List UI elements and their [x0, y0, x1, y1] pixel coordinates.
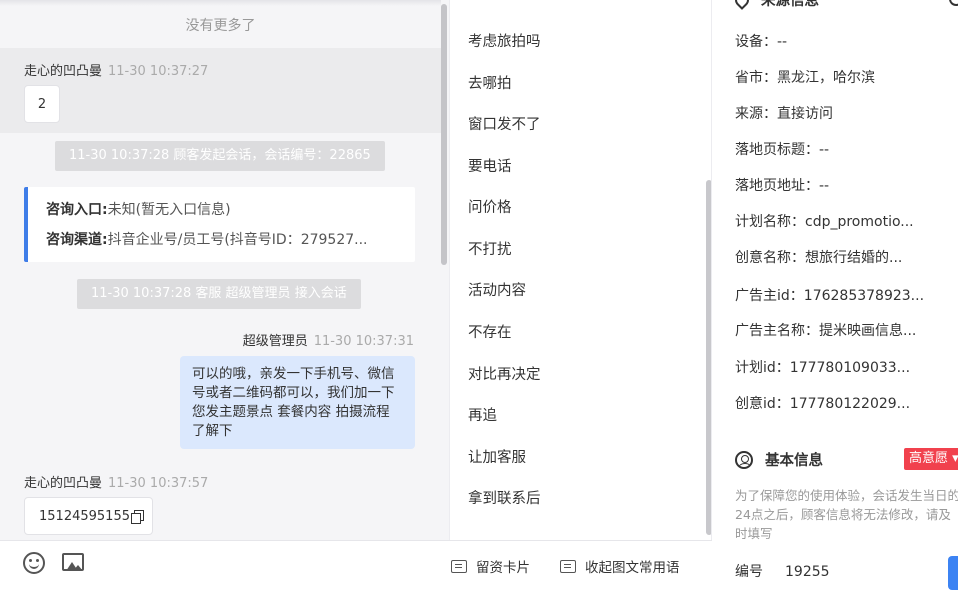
field-value: 177780109033...: [789, 360, 911, 376]
field-value: --: [777, 34, 788, 50]
source-info-title: 来源信息: [761, 0, 819, 9]
field-label: 创意名称：: [735, 250, 805, 266]
message-sender: 走心的凹凸曼 11-30 10:37:57: [24, 472, 208, 491]
field-landing-title: 落地页标题：--: [735, 139, 940, 159]
no-more-label: 没有更多了: [185, 18, 256, 34]
id-row: 编号 19255: [735, 561, 830, 581]
id-label: 编号: [735, 564, 763, 580]
settings-icon[interactable]: [949, 0, 958, 6]
field-label: 计划id：: [735, 360, 790, 376]
field-region: 省市：黑龙江，哈尔滨: [735, 67, 940, 87]
intent-tag-label: 高意愿: [909, 451, 949, 466]
collapse-phrases-label: 收起图文常用语: [585, 560, 680, 576]
phrase-item[interactable]: 对比再决定: [468, 363, 541, 384]
edit-notice: 为了保障您的使用体验，会话发生当日的24点之后，顾客信息将无法修改，请及时填写: [735, 488, 958, 541]
field-label: 落地页地址：: [735, 178, 819, 194]
entry-value: 未知(暂无入口信息): [107, 202, 231, 218]
field-value: --: [819, 142, 830, 158]
phrase-item[interactable]: 要电话: [468, 155, 512, 176]
image-icon[interactable]: [62, 553, 84, 571]
field-creative-id: 创意id：177780122029...: [735, 393, 940, 413]
phrase-item[interactable]: 不存在: [468, 321, 512, 342]
source-info-header: 来源信息: [732, 0, 819, 10]
sender-name: 超级管理员: [242, 334, 308, 349]
field-label: 落地页标题：: [735, 142, 819, 158]
phrase-item[interactable]: 去哪拍: [468, 72, 512, 93]
field-value: 176285378923...: [803, 288, 925, 304]
field-value: 直接访问: [777, 106, 833, 122]
input-toolbar: 留资卡片 收起图文常用语: [0, 540, 712, 590]
field-value: 想旅行结婚的...: [805, 250, 903, 266]
basic-info-title: 基本信息: [765, 453, 823, 469]
emoji-icon[interactable]: [23, 552, 45, 574]
customer-info-panel: 来源信息 设备：-- 省市：黑龙江，哈尔滨 来源：直接访问 落地页标题：-- 落…: [712, 0, 958, 590]
system-notice-agent-join: 11-30 10:37:28 客服 超级管理员 接入会话: [77, 279, 361, 309]
chat-scrollbar[interactable]: [441, 4, 447, 265]
channel-value: 抖音企业号/员工号(抖音号ID：279527...: [107, 232, 368, 248]
field-plan-name: 计划名称：cdp_promotio...: [735, 211, 940, 231]
top-shadow: [0, 0, 441, 6]
field-creative-name: 创意名称：想旅行结婚的...: [735, 247, 940, 267]
entry-info-card: 咨询入口:未知(暂无入口信息) 咨询渠道:抖音企业号/员工号(抖音号ID：279…: [24, 187, 415, 262]
id-value: 19255: [785, 564, 830, 580]
entry-label: 咨询入口:: [46, 202, 108, 218]
field-label: 计划名称：: [735, 214, 805, 230]
intent-tag-dropdown[interactable]: 高意愿 ▾: [904, 448, 958, 470]
field-plan-id: 计划id：177780109033...: [735, 357, 940, 377]
field-value: --: [819, 178, 830, 194]
copy-icon[interactable]: [130, 510, 144, 524]
message-sender: 走心的凹凸曼 11-30 10:37:27: [24, 60, 208, 79]
phrase-item[interactable]: 活动内容: [468, 279, 526, 300]
sender-name: 走心的凹凸曼: [24, 64, 103, 79]
entry-row: 咨询入口:未知(暂无入口信息): [46, 199, 406, 229]
chat-pane: 没有更多了 走心的凹凸曼 11-30 10:37:27 2 11-30 10:37…: [0, 0, 449, 540]
location-icon: [732, 0, 752, 10]
phone-number: 15124595155: [39, 508, 130, 524]
field-advertiser-id: 广告主id：176285378923...: [735, 285, 940, 305]
message-bubble: 2: [24, 85, 60, 123]
channel-label: 咨询渠道:: [46, 232, 108, 248]
agent-message-bubble: 可以的哦，亲发一下手机号、微信号或者二维码都可以，我们加一下您发主题景点 套餐内…: [180, 356, 415, 449]
phrase-item[interactable]: 拿到联系后: [468, 487, 541, 508]
basic-info-header: 基本信息: [735, 449, 823, 470]
phrase-item[interactable]: 窗口发不了: [468, 113, 541, 134]
phrase-item[interactable]: 考虑旅拍吗: [468, 30, 541, 51]
user-icon: [735, 450, 753, 469]
agent-message-header: 超级管理员 11-30 10:37:31: [243, 330, 414, 349]
message-time: 11-30 10:37:27: [108, 64, 209, 79]
message-icon: [560, 559, 576, 573]
phrase-item[interactable]: 再追: [468, 404, 497, 425]
field-landing-url: 落地页地址：--: [735, 175, 940, 195]
field-value: cdp_promotio...: [805, 214, 914, 230]
field-label: 来源：: [735, 106, 777, 122]
field-label: 创意id：: [735, 396, 790, 412]
channel-row: 咨询渠道:抖音企业号/员工号(抖音号ID：279527...: [46, 229, 406, 259]
common-phrases-list: 考虑旅拍吗 去哪拍 窗口发不了 要电话 问价格 不打扰 活动内容 不存在 对比再…: [449, 0, 712, 540]
field-advertiser-name: 广告主名称：提米映画信息...: [735, 320, 940, 340]
lead-card-label: 留资卡片: [476, 560, 530, 576]
field-label: 设备：: [735, 34, 777, 50]
field-label: 广告主id：: [735, 288, 804, 304]
message-time: 11-30 10:37:57: [108, 476, 209, 491]
app-root: 没有更多了 走心的凹凸曼 11-30 10:37:27 2 11-30 10:37…: [0, 0, 958, 590]
field-value: 177780122029...: [789, 396, 911, 412]
phrase-item[interactable]: 让加客服: [468, 446, 526, 467]
field-source: 来源：直接访问: [735, 103, 940, 123]
field-value: 提米映画信息...: [819, 323, 917, 339]
sender-name: 走心的凹凸曼: [24, 476, 103, 491]
floating-action-button[interactable]: [948, 556, 958, 590]
field-label: 广告主名称：: [735, 323, 819, 339]
collapse-phrases-button[interactable]: 收起图文常用语: [560, 556, 680, 576]
message-time: 11-30 10:37:31: [313, 334, 414, 349]
field-value: 黑龙江，哈尔滨: [777, 70, 875, 86]
field-label: 省市：: [735, 70, 777, 86]
phone-message-bubble: 15124595155: [24, 497, 153, 535]
card-icon: [451, 559, 467, 573]
phrase-item[interactable]: 问价格: [468, 196, 512, 217]
phrase-item[interactable]: 不打扰: [468, 238, 512, 259]
field-device: 设备：--: [735, 31, 940, 51]
system-notice-session-start: 11-30 10:37:28 顾客发起会话，会话编号：22865: [55, 141, 385, 171]
lead-card-button[interactable]: 留资卡片: [451, 556, 530, 576]
